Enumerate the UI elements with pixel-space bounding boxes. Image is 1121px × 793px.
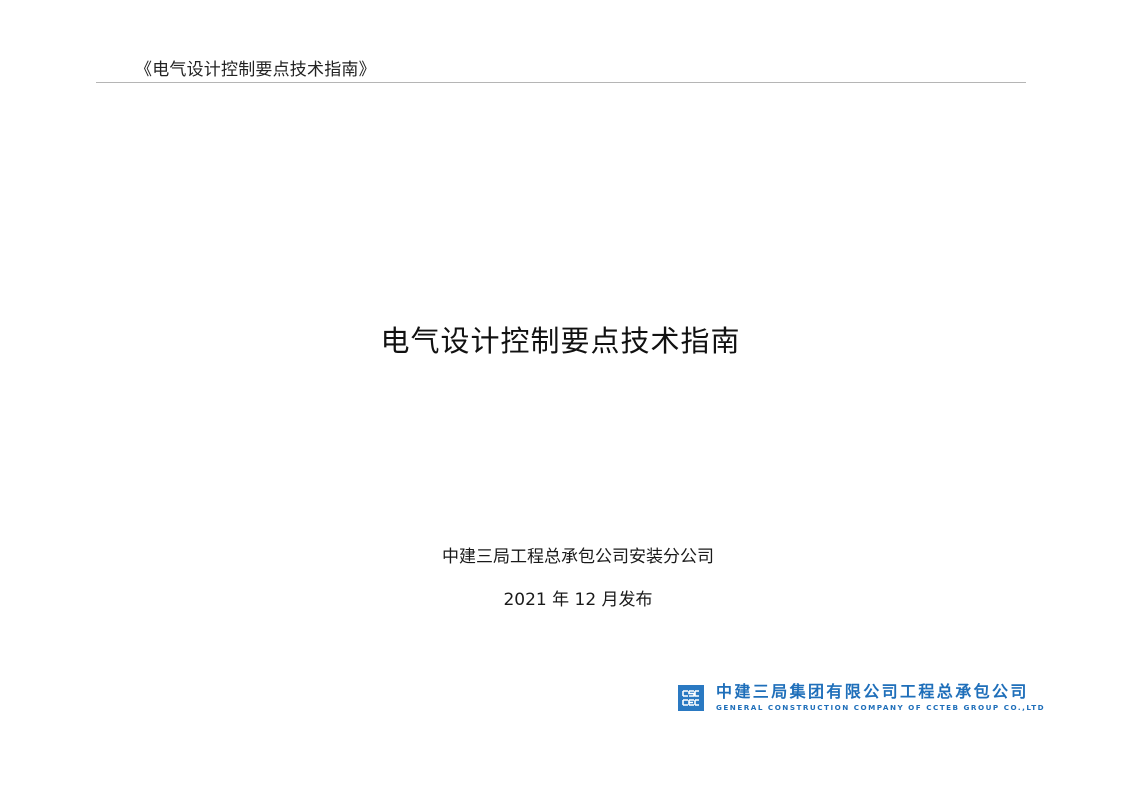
issuer-name: 中建三局工程总承包公司安装分公司 — [442, 547, 714, 567]
cscec-logo-icon — [678, 685, 704, 711]
logo-name-cn: 中建三局集团有限公司工程总承包公司 — [716, 682, 1029, 701]
header-divider — [96, 82, 1026, 83]
document-page: 《电气设计控制要点技术指南》 电气设计控制要点技术指南 中建三局工程总承包公司安… — [0, 0, 1121, 793]
cover-title: 电气设计控制要点技术指南 — [380, 324, 741, 358]
logo-text: 中建三局集团有限公司工程总承包公司 GENERAL CONSTRUCTION C… — [716, 683, 1045, 713]
company-logo: 中建三局集团有限公司工程总承包公司 GENERAL CONSTRUCTION C… — [678, 683, 1045, 713]
logo-name-en: GENERAL CONSTRUCTION COMPANY OF CCTEB GR… — [716, 703, 1046, 712]
running-header-title: 《电气设计控制要点技术指南》 — [135, 60, 376, 80]
publish-date: 2021 年 12 月发布 — [503, 590, 653, 610]
